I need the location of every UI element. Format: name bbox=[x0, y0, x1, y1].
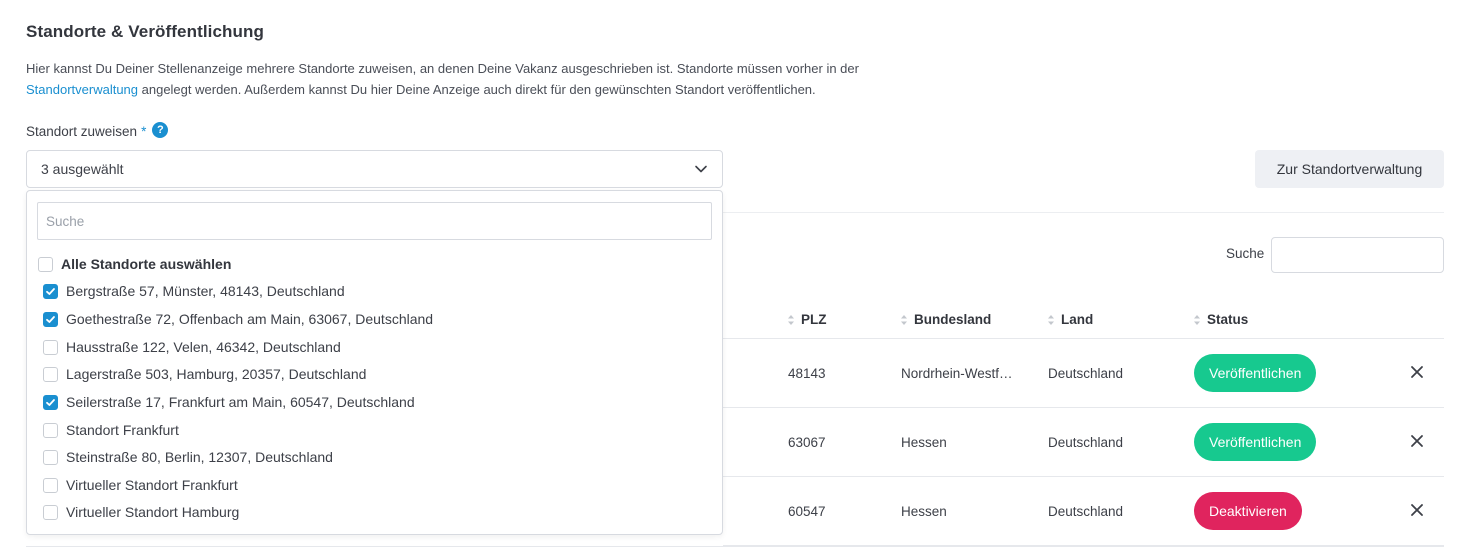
location-option[interactable]: Hausstraße 122, Velen, 46342, Deutschlan… bbox=[43, 337, 341, 357]
checkbox-checked[interactable] bbox=[43, 311, 58, 327]
checkbox-checked[interactable] bbox=[43, 394, 58, 410]
header-bundesland[interactable]: Bundesland bbox=[900, 312, 991, 327]
header-plz-label: PLZ bbox=[801, 312, 827, 327]
location-label: Seilerstraße 17, Frankfurt am Main, 6054… bbox=[66, 394, 415, 410]
header-land[interactable]: Land bbox=[1047, 312, 1093, 327]
table-row: 63067 Hessen Deutschland Veröffentlichen bbox=[723, 408, 1444, 477]
select-all-label: Alle Standorte auswählen bbox=[61, 256, 232, 272]
cell-bundesland: Hessen bbox=[901, 504, 947, 519]
section-description: Hier kannst Du Deiner Stellenanzeige meh… bbox=[26, 58, 956, 100]
help-icon[interactable]: ? bbox=[152, 121, 169, 138]
location-label: Goethestraße 72, Offenbach am Main, 6306… bbox=[66, 311, 434, 327]
location-option[interactable]: Seilerstraße 17, Frankfurt am Main, 6054… bbox=[43, 392, 415, 412]
chevron-down-icon bbox=[695, 165, 707, 173]
cell-bundesland: Nordrhein-Westf… bbox=[901, 366, 1013, 381]
table-search-input[interactable] bbox=[1271, 237, 1444, 273]
close-icon[interactable] bbox=[1409, 433, 1425, 449]
location-option[interactable]: Steinstraße 80, Berlin, 12307, Deutschla… bbox=[43, 447, 333, 467]
standort-select[interactable]: 3 ausgewählt bbox=[26, 150, 723, 188]
cell-land: Deutschland bbox=[1048, 366, 1124, 381]
required-mark: * bbox=[141, 124, 147, 139]
cell-land: Deutschland bbox=[1048, 435, 1124, 450]
standortverwaltung-button[interactable]: Zur Standortverwaltung bbox=[1255, 150, 1444, 188]
header-status-label: Status bbox=[1207, 312, 1249, 327]
cell-plz: 48143 bbox=[788, 366, 826, 381]
cell-land: Deutschland bbox=[1048, 504, 1124, 519]
location-label: Standort Frankfurt bbox=[66, 422, 179, 438]
field-label-text: Standort zuweisen bbox=[26, 124, 138, 139]
table-search-label: Suche bbox=[1226, 246, 1265, 261]
select-all-option[interactable]: Alle Standorte auswählen bbox=[38, 254, 231, 274]
standort-field-label: Standort zuweisen * ? bbox=[26, 121, 169, 139]
sort-icon bbox=[1194, 314, 1200, 325]
location-option[interactable]: Standort Frankfurt bbox=[43, 420, 179, 440]
cell-plz: 60547 bbox=[788, 504, 826, 519]
table-row: 48143 Nordrhein-Westf… Deutschland Veröf… bbox=[723, 339, 1444, 408]
location-label: Bergstraße 57, Münster, 48143, Deutschla… bbox=[66, 283, 345, 299]
header-bundesland-label: Bundesland bbox=[914, 312, 992, 327]
description-text-1: Hier kannst Du Deiner Stellenanzeige meh… bbox=[26, 61, 859, 76]
location-label: Lagerstraße 503, Hamburg, 20357, Deutsch… bbox=[66, 366, 367, 382]
description-text-2: angelegt werden. Außerdem kannst Du hier… bbox=[138, 82, 816, 97]
checkbox[interactable] bbox=[43, 477, 58, 493]
location-label: Virtueller Standort Hamburg bbox=[66, 504, 240, 520]
location-label: Steinstraße 80, Berlin, 12307, Deutschla… bbox=[66, 449, 333, 465]
table-row: 60547 Hessen Deutschland Deaktivieren bbox=[723, 477, 1444, 546]
header-plz[interactable]: PLZ bbox=[787, 312, 827, 327]
select-value: 3 ausgewählt bbox=[41, 161, 124, 177]
cell-bundesland: Hessen bbox=[901, 435, 947, 450]
publish-button[interactable]: Veröffentlichen bbox=[1194, 423, 1317, 461]
location-option[interactable]: Bergstraße 57, Münster, 48143, Deutschla… bbox=[43, 281, 345, 301]
deactivate-button[interactable]: Deaktivieren bbox=[1194, 492, 1302, 530]
header-status[interactable]: Status bbox=[1193, 312, 1248, 327]
close-icon[interactable] bbox=[1409, 502, 1425, 518]
checkbox-checked[interactable] bbox=[43, 283, 58, 299]
checkbox[interactable] bbox=[43, 339, 58, 355]
sort-icon bbox=[901, 314, 907, 325]
location-option[interactable]: Lagerstraße 503, Hamburg, 20357, Deutsch… bbox=[43, 364, 366, 384]
dropdown-search-input[interactable] bbox=[37, 202, 712, 240]
location-option[interactable]: Virtueller Standort Frankfurt bbox=[43, 475, 238, 495]
location-label: Virtueller Standort Frankfurt bbox=[66, 477, 238, 493]
sort-icon bbox=[1048, 314, 1054, 325]
standort-dropdown: Alle Standorte auswählen Bergstraße 57, … bbox=[26, 190, 723, 535]
checkbox[interactable] bbox=[43, 366, 58, 382]
header-land-label: Land bbox=[1061, 312, 1094, 327]
checkbox[interactable] bbox=[43, 422, 58, 438]
publish-button[interactable]: Veröffentlichen bbox=[1194, 354, 1317, 392]
section-title: Standorte & Veröffentlichung bbox=[26, 22, 264, 41]
standortverwaltung-link[interactable]: Standortverwaltung bbox=[26, 82, 138, 97]
cell-plz: 63067 bbox=[788, 435, 826, 450]
sort-icon bbox=[788, 314, 794, 325]
close-icon[interactable] bbox=[1409, 364, 1425, 380]
location-option[interactable]: Goethestraße 72, Offenbach am Main, 6306… bbox=[43, 309, 433, 329]
checkbox[interactable] bbox=[43, 504, 58, 520]
table-bottom-divider bbox=[26, 546, 1444, 547]
location-label: Hausstraße 122, Velen, 46342, Deutschlan… bbox=[66, 339, 341, 355]
location-option[interactable]: Virtueller Standort Hamburg bbox=[43, 502, 239, 522]
checkbox[interactable] bbox=[38, 256, 53, 272]
checkbox[interactable] bbox=[43, 449, 58, 465]
